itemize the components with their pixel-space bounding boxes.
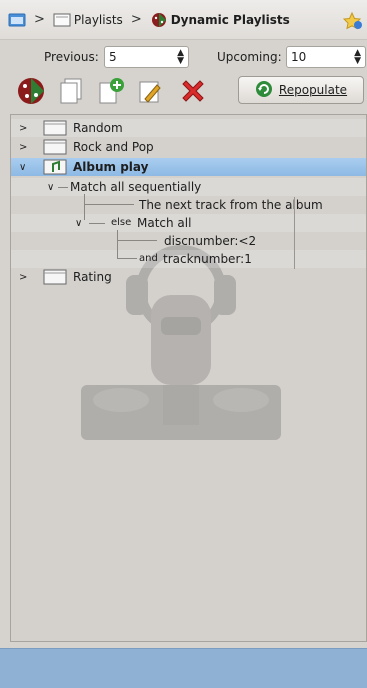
playlist-toolbar: Repopulate bbox=[0, 72, 367, 110]
upcoming-label: Upcoming: bbox=[217, 50, 282, 64]
bias-row-discnumber[interactable]: discnumber:<2 bbox=[11, 230, 366, 250]
bias-label: The next track from the album bbox=[139, 198, 323, 212]
bias-row-next-track[interactable]: The next track from the album bbox=[11, 194, 366, 214]
tree-row-rating[interactable]: > Rating bbox=[11, 268, 366, 286]
previous-label: Previous: bbox=[44, 50, 99, 64]
spin-arrows-icon[interactable]: ▲ ▼ bbox=[354, 49, 361, 66]
tree-row-random[interactable]: > Random bbox=[11, 119, 366, 137]
bias-label: discnumber:<2 bbox=[164, 234, 257, 248]
repopulate-label: Repopulate bbox=[278, 83, 348, 97]
playlist-label: Random bbox=[73, 121, 123, 135]
tree-row-rock-and-pop[interactable]: > Rock and Pop bbox=[11, 138, 366, 156]
breadcrumb-playlists[interactable]: Playlists bbox=[74, 13, 123, 27]
home-icon[interactable] bbox=[8, 12, 26, 28]
expand-arrow-icon[interactable]: > bbox=[19, 142, 27, 153]
expand-arrow-icon[interactable]: > bbox=[19, 123, 27, 134]
playlist-icon bbox=[43, 269, 67, 285]
bookmark-star-icon[interactable] bbox=[342, 11, 363, 33]
dice-icon[interactable] bbox=[16, 76, 46, 106]
bias-row-tracknumber[interactable]: and tracknumber:1 bbox=[11, 240, 366, 268]
bias-label: Match all bbox=[137, 216, 192, 230]
bias-row-else-match-all[interactable]: ∨ else Match all bbox=[11, 204, 366, 232]
bias-row-match-all-sequential[interactable]: ∨ Match all sequentially bbox=[11, 178, 366, 196]
tree-guide bbox=[84, 204, 134, 205]
bias-label: tracknumber:1 bbox=[163, 252, 252, 266]
previous-value: 5 bbox=[109, 50, 117, 64]
upcoming-spinbox[interactable]: 10 ▲ ▼ bbox=[286, 46, 366, 68]
upcoming-value: 10 bbox=[291, 50, 307, 64]
refresh-icon bbox=[255, 80, 273, 101]
playlist-icon bbox=[43, 120, 67, 136]
tree-guide bbox=[117, 230, 118, 240]
repopulate-button[interactable]: Repopulate bbox=[238, 76, 364, 104]
playlist-label: Rating bbox=[73, 270, 112, 284]
dynamic-playlist-dice-icon bbox=[150, 12, 168, 28]
collapse-arrow-icon[interactable]: ∨ bbox=[75, 218, 82, 229]
previous-spinbox[interactable]: 5 ▲ ▼ bbox=[104, 46, 189, 68]
expand-arrow-icon[interactable]: > bbox=[19, 272, 27, 283]
status-bar bbox=[0, 648, 367, 688]
playlist-label: Album play bbox=[73, 160, 149, 174]
breadcrumb-dynamic-playlists[interactable]: Dynamic Playlists bbox=[171, 13, 290, 27]
spin-arrows-icon[interactable]: ▲ ▼ bbox=[177, 49, 184, 66]
tree-guide bbox=[117, 258, 137, 259]
copy-icon[interactable] bbox=[56, 76, 86, 106]
collapse-arrow-icon[interactable]: ∨ bbox=[19, 162, 26, 173]
tree-divider bbox=[294, 197, 295, 269]
track-count-row: Previous: 5 ▲ ▼ Upcoming: 10 ▲ ▼ bbox=[0, 44, 367, 70]
tree-guide bbox=[84, 194, 85, 204]
playlist-icon bbox=[53, 12, 71, 28]
else-prefix: else bbox=[111, 217, 132, 228]
tree-guide bbox=[58, 187, 68, 188]
chevron-right-icon: > bbox=[34, 12, 45, 27]
playlist-icon bbox=[43, 139, 67, 155]
playlist-label: Rock and Pop bbox=[73, 140, 154, 154]
edit-pencil-icon[interactable] bbox=[136, 76, 166, 106]
chevron-right-icon: > bbox=[130, 12, 142, 27]
tree-guide bbox=[84, 204, 85, 220]
and-prefix: and bbox=[139, 253, 158, 264]
delete-icon[interactable] bbox=[178, 76, 208, 106]
tree-guide bbox=[89, 223, 105, 224]
dynamic-playlist-tree[interactable]: > Random > Rock and Pop ∨ Album play ∨ M… bbox=[10, 114, 367, 642]
add-bias-icon[interactable] bbox=[96, 76, 126, 106]
bias-label: Match all sequentially bbox=[70, 180, 202, 194]
playlist-music-icon bbox=[43, 159, 67, 175]
collapse-arrow-icon[interactable]: ∨ bbox=[47, 182, 54, 193]
tree-row-album-play[interactable]: ∨ Album play bbox=[11, 158, 366, 176]
tree-guide bbox=[117, 240, 157, 241]
breadcrumb: > Playlists > Dynamic Playlists bbox=[0, 0, 367, 40]
tree-guide bbox=[117, 240, 118, 258]
